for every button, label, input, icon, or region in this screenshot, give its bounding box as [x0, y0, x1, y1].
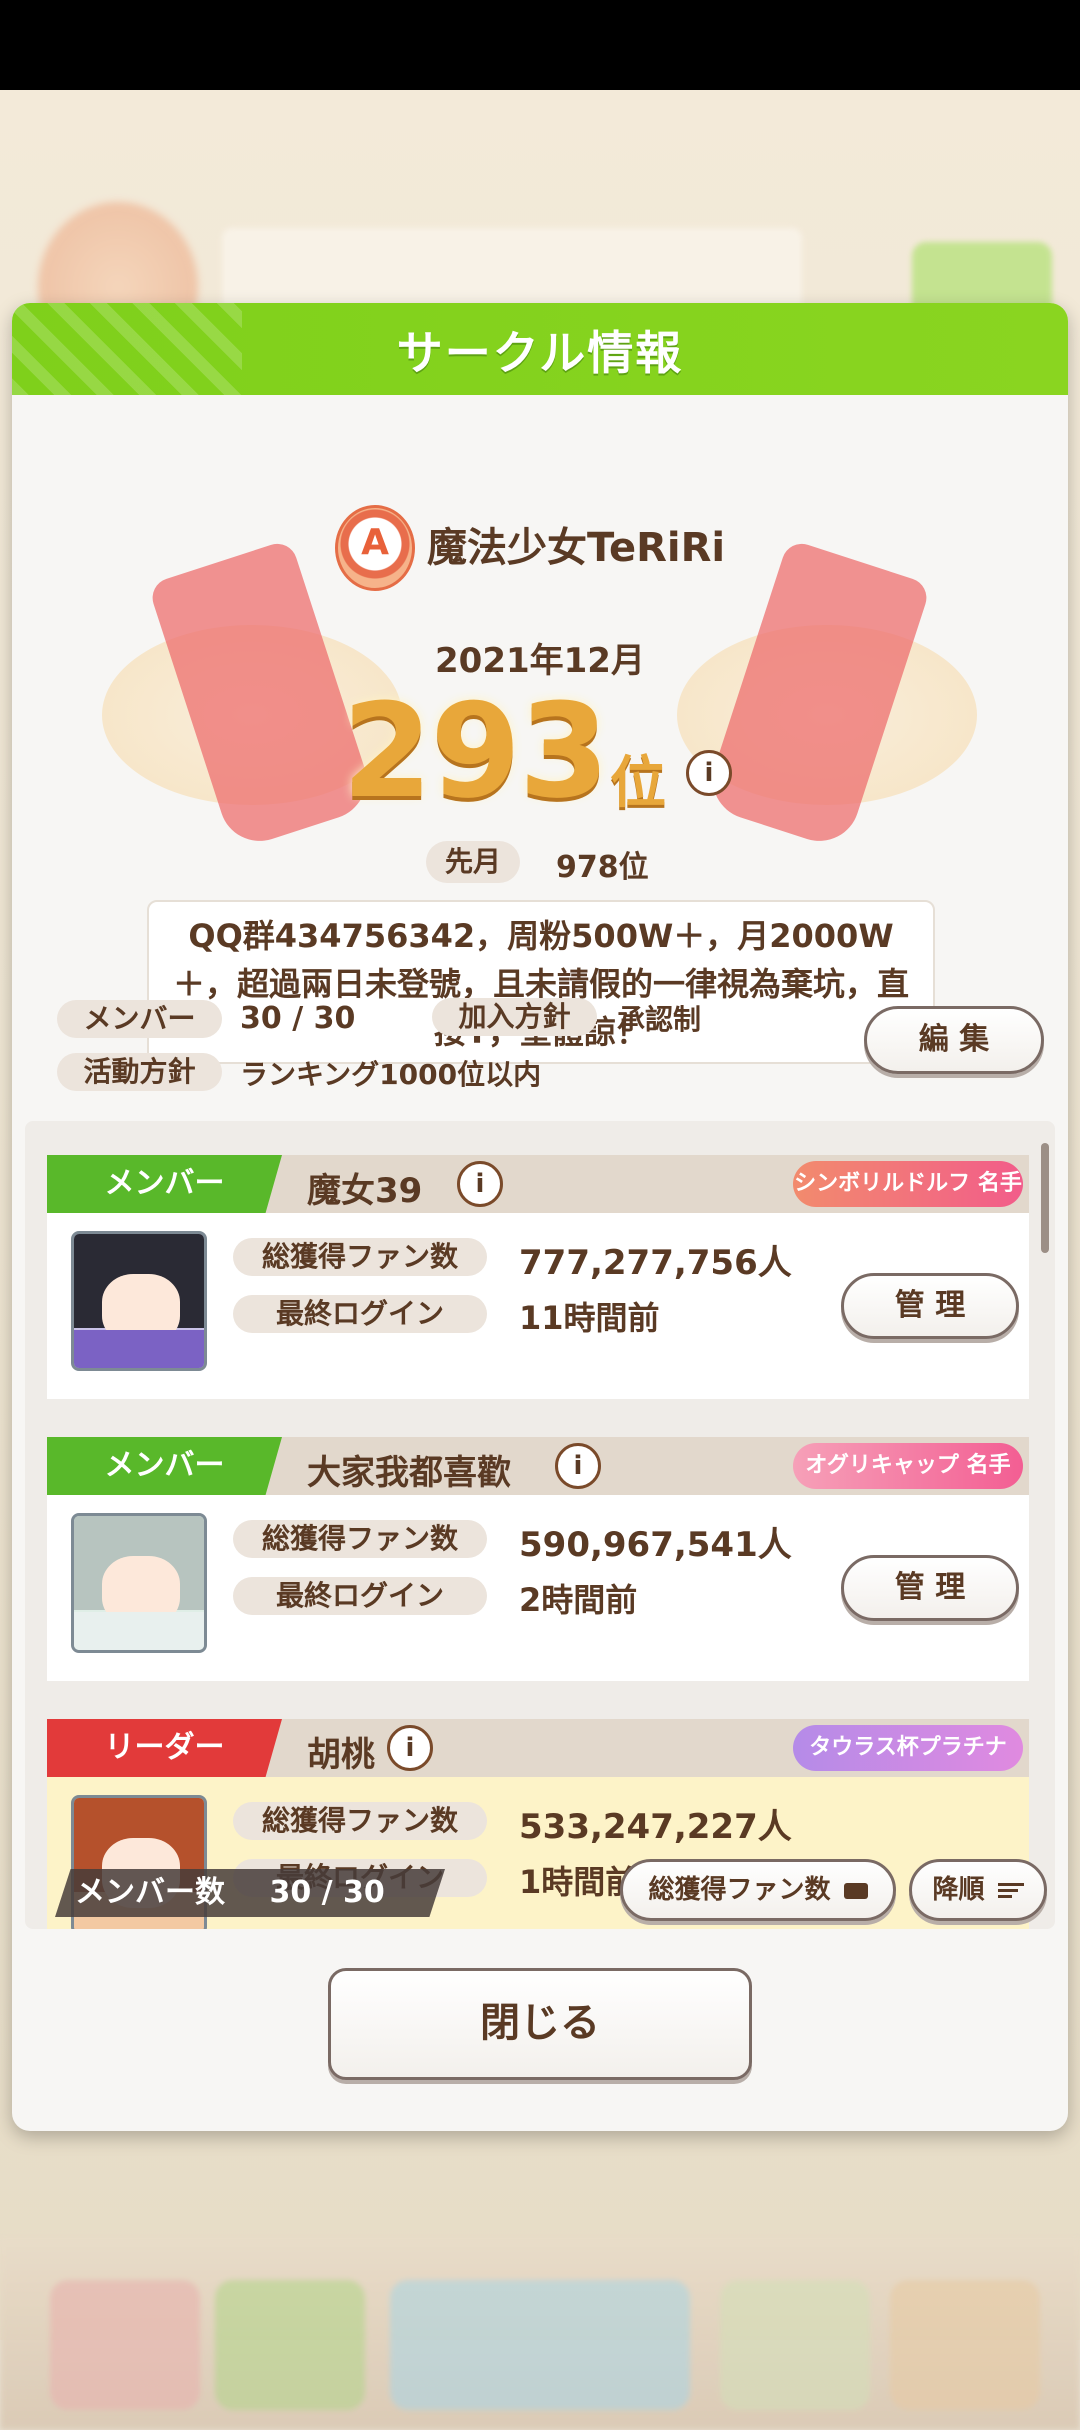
circle-description: QQ群434756342，周粉500W＋，月2000W＋，超過兩日未登號，且未請… — [147, 900, 935, 1064]
background-nav-tile — [890, 2280, 1040, 2410]
sort-order-label: 降順 — [932, 1875, 985, 1905]
member-count-tag: メンバー数 30 / 30 — [55, 1869, 445, 1917]
circle-rank-emblem-icon: A — [335, 505, 415, 591]
member-info-icon[interactable]: i — [457, 1161, 503, 1207]
member-name: 魔女39 — [307, 1171, 423, 1211]
member-list[interactable]: メンバー 魔女39 i シンボリルドルフ 名手 総獲得ファン数 777,277,… — [25, 1121, 1055, 1929]
last-login-label: 最終ログイン — [233, 1577, 487, 1615]
member-card-header: メンバー 大家我都喜歡 i オグリキャップ 名手 — [47, 1437, 1029, 1495]
activity-policy-value: ランキング1000位以内 — [240, 1058, 542, 1091]
member-avatar[interactable] — [71, 1513, 207, 1653]
member-card-body: 総獲得ファン数 590,967,541人 最終ログイン 2時間前 管 理 — [47, 1495, 1029, 1681]
ranking-unit: 位 — [610, 751, 666, 816]
member-name: 胡桃 — [307, 1735, 375, 1775]
background-bottom-nav — [0, 2240, 1080, 2430]
ranking-number: 293 — [342, 675, 609, 827]
background-nav-tile — [50, 2280, 200, 2410]
last-month-rank: 978位 — [556, 850, 649, 885]
avatar-outfit — [74, 1330, 204, 1368]
member-count-tag-value: 30 / 30 — [269, 1875, 385, 1910]
member-info-icon[interactable]: i — [555, 1443, 601, 1489]
member-title-badge: オグリキャップ 名手 — [793, 1443, 1023, 1489]
join-policy-label: 加入方針 — [432, 998, 597, 1036]
total-fans-value: 777,277,756人 — [519, 1243, 792, 1283]
member-card-header: メンバー 魔女39 i シンボリルドルフ 名手 — [47, 1155, 1029, 1213]
last-login-value: 11時間前 — [519, 1299, 660, 1337]
member-avatar[interactable] — [71, 1231, 207, 1371]
sort-order-button[interactable]: 降順 — [909, 1859, 1047, 1921]
dialog-header: サークル情報 — [12, 303, 1068, 395]
sort-order-icon — [997, 1880, 1024, 1901]
emblem-letter: A — [361, 522, 389, 563]
avatar-outfit — [74, 1612, 204, 1650]
member-info-icon[interactable]: i — [387, 1725, 433, 1771]
background-nav-tile — [720, 2280, 870, 2410]
manage-button[interactable]: 管 理 — [841, 1273, 1019, 1339]
member-title-badge: タウラス杯プラチナ — [793, 1725, 1023, 1771]
leader-role-tag: リーダー — [47, 1719, 282, 1777]
total-fans-label: 総獲得ファン数 — [233, 1802, 487, 1840]
close-button[interactable]: 閉じる — [328, 1968, 752, 2080]
last-month-label: 先月 — [426, 841, 520, 883]
member-card-header: リーダー 胡桃 i タウラス杯プラチナ — [47, 1719, 1029, 1777]
last-login-value: 2時間前 — [519, 1581, 638, 1619]
total-fans-label: 総獲得ファン数 — [233, 1238, 487, 1276]
sort-key-button[interactable]: 総獲得ファン数 — [620, 1859, 896, 1921]
background-nav-tile — [390, 2280, 690, 2410]
member-title-badge: シンボリルドルフ 名手 — [793, 1161, 1023, 1207]
total-fans-value: 590,967,541人 — [519, 1525, 792, 1565]
member-list-scrollbar[interactable] — [1041, 1143, 1049, 1253]
member-name: 大家我都喜歡 — [307, 1453, 511, 1493]
manage-button[interactable]: 管 理 — [841, 1555, 1019, 1621]
activity-policy-label: 活動方針 — [57, 1053, 222, 1091]
status-bar — [0, 0, 1080, 90]
member-card-body: 総獲得ファン数 777,277,756人 最終ログイン 11時間前 管 理 — [47, 1213, 1029, 1399]
ranking-info-icon[interactable]: i — [686, 750, 732, 796]
member-count-value: 30 / 30 — [240, 1001, 356, 1036]
member-count-label: メンバー — [57, 1000, 222, 1038]
last-login-label: 最終ログイン — [233, 1295, 487, 1333]
circle-name: 魔法少女TeRiRi — [427, 525, 726, 571]
dialog-title: サークル情報 — [396, 326, 684, 380]
join-policy-value: 承認制 — [617, 1003, 702, 1036]
member-list-footer: メンバー数 30 / 30 総獲得ファン数 降順 — [25, 1851, 1055, 1929]
circle-rank-section: A 魔法少女TeRiRi 2021年12月 293 位 i 先月 978位 QQ… — [12, 395, 1068, 1064]
member-count-tag-label: メンバー数 — [75, 1875, 225, 1910]
sort-key-label: 総獲得ファン数 — [648, 1875, 831, 1905]
edit-button[interactable]: 編 集 — [864, 1006, 1044, 1074]
circle-info-dialog: サークル情報 A 魔法少女TeRiRi 2021年12月 293 位 i 先月 … — [12, 303, 1068, 2131]
member-role-tag: メンバー — [47, 1437, 282, 1495]
member-role-tag: メンバー — [47, 1155, 282, 1213]
background-nav-tile — [215, 2280, 365, 2410]
sort-key-icon — [843, 1882, 868, 1899]
total-fans-value: 533,247,227人 — [519, 1807, 792, 1847]
total-fans-label: 総獲得ファン数 — [233, 1520, 487, 1558]
